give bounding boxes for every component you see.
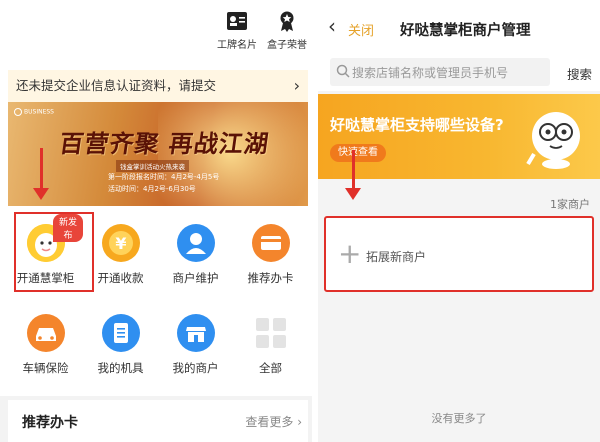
id-card-icon [227,12,247,30]
chevron-right-icon: › [297,415,302,429]
top-action-id-card[interactable]: 工牌名片 [212,10,262,51]
add-merchant-card[interactable]: + 拓展新商户 [324,216,594,292]
svg-text:¥: ¥ [115,234,126,253]
recommend-card-header: 推荐办卡 查看更多 › [8,400,308,442]
grid-item-label: 商户维护 [172,271,219,285]
car-icon [26,314,65,352]
top-actions: 工牌名片 盒子荣誉 [212,10,312,55]
add-merchant-label: 拓展新商户 [366,250,427,264]
plus-icon: + [338,237,362,270]
grid-icon [252,314,290,352]
view-more-link[interactable]: 查看更多 › [245,413,302,430]
search-placeholder: 搜索店铺名称或管理员手机号 [352,66,509,80]
grid-item-smart-cabinet[interactable]: 新发布 开通慧掌柜 [8,210,83,300]
nav-bar: ‹ 关闭 好哒慧掌柜商户管理 [318,0,600,55]
section-title: 推荐办卡 [22,415,78,431]
grid-item-payment[interactable]: ¥ 开通收款 [83,210,158,300]
grid-item-all[interactable]: 全部 [233,300,308,390]
grid-item-label: 车辆保险 [22,361,69,375]
grid-item-recommend-card[interactable]: 推荐办卡 [233,210,308,300]
promo-text: 好哒慧掌柜支持哪些设备? [330,116,504,134]
banner-signup-time: 第一阶段报名时间：4月2号-4月5号 [108,173,220,181]
grid-item-vehicle-insurance[interactable]: 车辆保险 [8,300,83,390]
card-icon [251,224,290,262]
top-action-label: 盒子荣誉 [267,40,307,51]
grid-item-my-devices[interactable]: 我的机具 [83,300,158,390]
grid-item-merchant-maintain[interactable]: 商户维护 [158,210,233,300]
banner-subtitle: 钱盒掌训活动火热来袭 [116,160,189,172]
grid-item-label: 推荐办卡 [247,271,294,285]
medal-icon [280,11,294,32]
merchant-count: 1家商户 [550,198,590,211]
grid-item-label: 开通慧掌柜 [16,271,75,285]
recommend-card-section: 推荐办卡 查看更多 › [0,396,312,442]
grid-item-label: 开通收款 [97,271,144,285]
notice-text: 还未提交企业信息认证资料，请提交 [16,78,217,93]
clipboard-icon [101,314,140,352]
screenshot-root: 工牌名片 盒子荣誉 还未提交企业信息认证资料，请提交 › BUSINESS 百营… [0,0,600,442]
left-app-panel: 工牌名片 盒子荣誉 还未提交企业信息认证资料，请提交 › BUSINESS 百营… [0,0,312,442]
grid-item-label: 全部 [259,361,282,375]
annotation-arrow-right [345,150,361,200]
search-button[interactable]: 搜索 [567,64,592,83]
page-title: 好哒慧掌柜商户管理 [400,23,531,39]
grid-item-label: 我的商户 [172,361,219,375]
quick-view-button[interactable]: 快速查看 [330,144,386,162]
new-release-badge: 新发布 [53,214,83,242]
search-bar: 搜索店铺名称或管理员手机号 搜索 [318,55,600,91]
search-icon [336,64,350,78]
promo-banner[interactable]: BUSINESS 百营齐聚 再战江湖 钱盒掌训活动火热来袭 第一阶段报名时间：4… [8,102,308,206]
top-action-honor[interactable]: 盒子荣誉 [262,10,312,51]
certification-notice[interactable]: 还未提交企业信息认证资料，请提交 › [8,70,308,102]
device-promo-banner[interactable]: 好哒慧掌柜支持哪些设备? 快速查看 [318,94,600,179]
grid-item-my-merchants[interactable]: 我的商户 [158,300,233,390]
list-end-text: 没有更多了 [431,412,487,425]
chevron-right-icon: › [293,76,300,95]
yen-coin-icon: ¥ [101,224,140,262]
function-grid: 新发布 开通慧掌柜 ¥ 开通收款 商户维护 推荐办卡 车辆保险 我的机具 我的商… [8,210,308,390]
grid-item-label: 我的机具 [97,361,144,375]
banner-logo: BUSINESS [14,108,54,116]
back-icon[interactable]: ‹ [328,14,336,38]
mascot-icon [526,112,580,169]
annotation-arrow-left [33,148,49,200]
banner-headline: 百营齐聚 再战江湖 [57,129,272,158]
search-input[interactable]: 搜索店铺名称或管理员手机号 [330,58,550,86]
top-action-label: 工牌名片 [217,40,257,51]
close-link[interactable]: 关闭 [348,20,374,39]
right-merchant-panel: ‹ 关闭 好哒慧掌柜商户管理 搜索店铺名称或管理员手机号 搜索 好哒慧掌柜支持哪… [318,0,600,442]
shop-icon [176,314,215,352]
person-icon [176,224,215,262]
banner-activity-time: 活动时间：4月2号-6月30号 [108,185,196,193]
